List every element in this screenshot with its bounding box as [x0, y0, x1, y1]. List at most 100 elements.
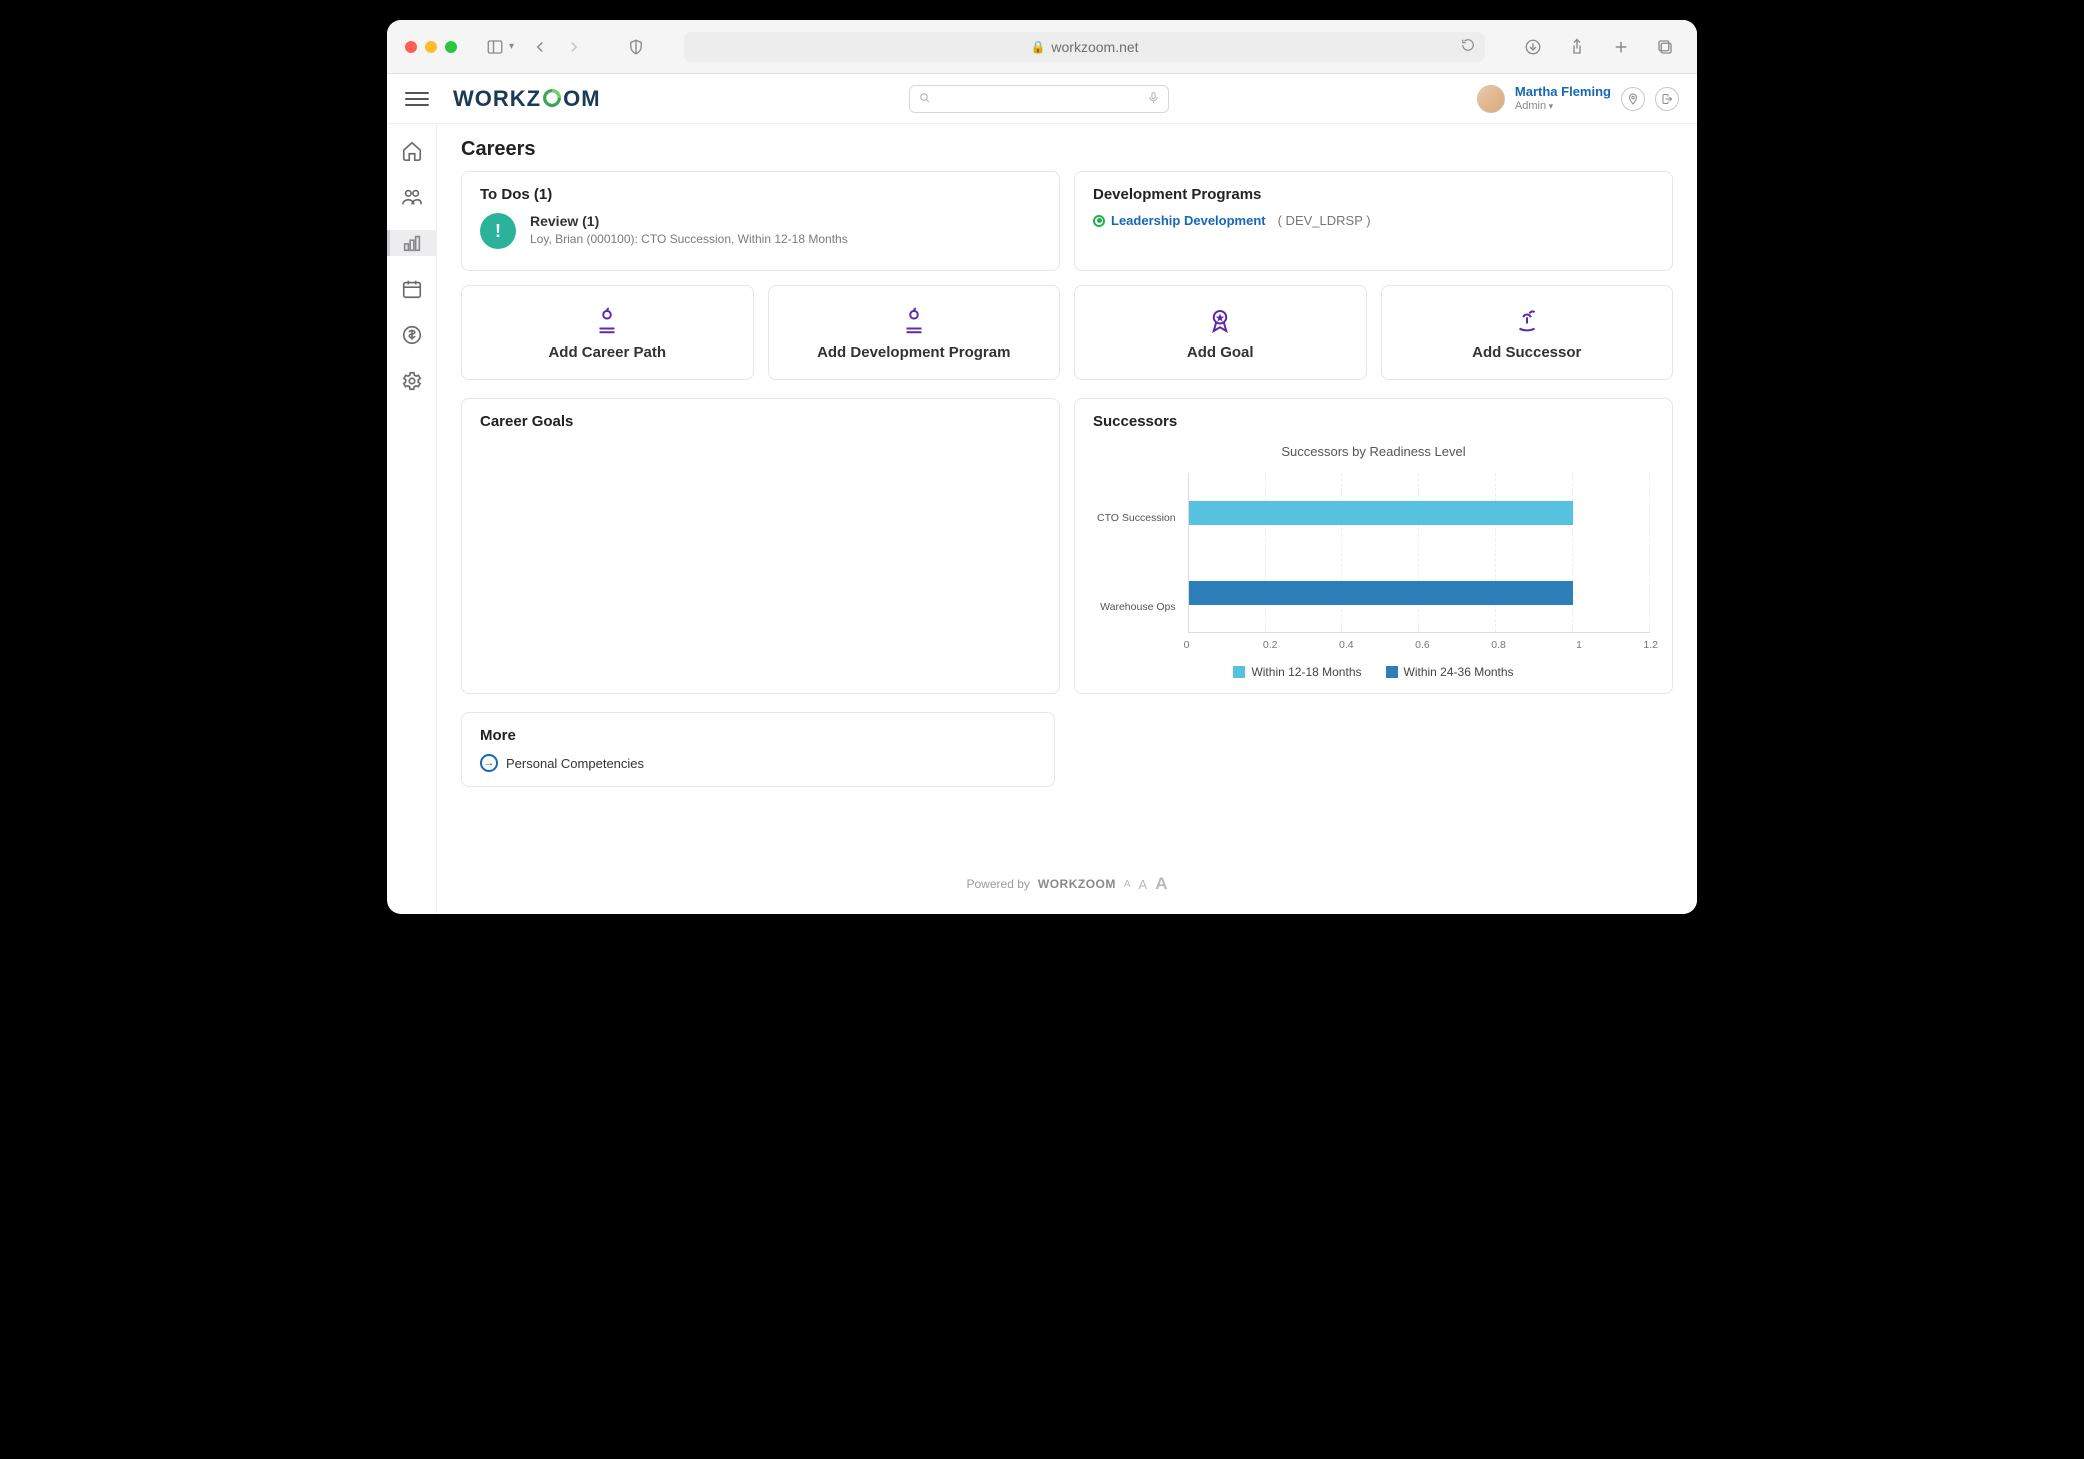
reload-icon[interactable] — [1461, 38, 1475, 55]
maximize-window-button[interactable] — [445, 41, 457, 53]
nav-forward-button[interactable] — [560, 33, 588, 61]
action-label: Add Development Program — [779, 344, 1050, 361]
mic-icon[interactable] — [1147, 91, 1160, 107]
menu-button[interactable] — [405, 92, 429, 106]
tabs-overview-icon[interactable] — [1651, 33, 1679, 61]
downloads-icon[interactable] — [1519, 33, 1547, 61]
settings-icon[interactable] — [399, 368, 425, 394]
logout-button[interactable] — [1655, 87, 1679, 111]
legend-swatch — [1233, 666, 1245, 678]
legend-label: Within 24-36 Months — [1404, 665, 1514, 679]
user-menu[interactable]: Martha Fleming Admin — [1477, 85, 1679, 113]
add-successor-button[interactable]: Add Successor — [1381, 285, 1674, 380]
chart-title: Successors by Readiness Level — [1093, 444, 1654, 459]
avatar — [1477, 85, 1505, 113]
chart-x-tick: 0.8 — [1430, 639, 1506, 651]
legend-item[interactable]: Within 24-36 Months — [1386, 665, 1514, 679]
sidebar-toggle-icon[interactable] — [481, 33, 509, 61]
people-icon[interactable] — [399, 184, 425, 210]
todo-title: Review (1) — [530, 213, 848, 229]
legend-swatch — [1386, 666, 1398, 678]
browser-toolbar: ▾ 🔒 workzoom.net — [387, 20, 1697, 74]
search-icon — [918, 91, 931, 107]
career-goals-card: Career Goals — [461, 398, 1060, 694]
chart-y-label: CTO Succession — [1097, 490, 1176, 546]
brand-prefix: WORKZ — [453, 86, 541, 112]
chevron-down-icon[interactable]: ▾ — [509, 41, 514, 52]
successors-card: Successors Successors by Readiness Level… — [1074, 398, 1673, 694]
page-title: Careers — [461, 138, 1673, 161]
chart-x-tick: 1 — [1506, 639, 1582, 651]
dev-program-code: ( DEV_LDRSP ) — [1278, 213, 1371, 228]
add-goal-button[interactable]: Add Goal — [1074, 285, 1367, 380]
action-label: Add Career Path — [472, 344, 743, 361]
chart-x-tick: 0.4 — [1278, 639, 1354, 651]
brand-suffix: OM — [563, 86, 600, 112]
chart-bar[interactable] — [1189, 581, 1574, 605]
chart-x-tick: 0 — [1184, 639, 1190, 651]
chart-x-tick: 0.6 — [1354, 639, 1430, 651]
legend-label: Within 12-18 Months — [1251, 665, 1361, 679]
career-path-icon — [472, 304, 743, 338]
quick-actions: Add Career Path Add Development Program … — [461, 285, 1673, 380]
action-label: Add Goal — [1085, 344, 1356, 361]
careers-icon[interactable] — [399, 230, 425, 256]
alert-icon: ! — [480, 213, 516, 249]
user-name: Martha Fleming — [1515, 85, 1611, 99]
share-icon[interactable] — [1563, 33, 1591, 61]
add-development-program-button[interactable]: Add Development Program — [768, 285, 1061, 380]
chart-y-label: Warehouse Ops — [1097, 579, 1176, 635]
nav-back-button[interactable] — [526, 33, 554, 61]
footer-prefix: Powered by — [967, 877, 1030, 891]
successors-chart: CTO Succession Warehouse Ops 0 0.20.40.60.8… — [1093, 473, 1654, 679]
goal-icon — [1085, 304, 1356, 338]
chart-x-tick: 1.2 — [1582, 639, 1658, 651]
url-bar[interactable]: 🔒 workzoom.net — [684, 32, 1485, 62]
more-heading: More — [480, 727, 1036, 744]
font-size-medium[interactable]: A — [1139, 877, 1148, 892]
footer-brand: WORKZOOM — [1038, 877, 1116, 891]
minimize-window-button[interactable] — [425, 41, 437, 53]
app-body: Careers To Dos (1) ! Review (1) Loy, Bri… — [387, 124, 1697, 914]
app-header: WORKZ OM Martha Fleming Admin — [387, 74, 1697, 124]
status-dot-icon — [1093, 215, 1105, 227]
more-card: More → Personal Competencies — [461, 712, 1055, 787]
calendar-icon[interactable] — [399, 276, 425, 302]
home-icon[interactable] — [399, 138, 425, 164]
development-icon — [779, 304, 1050, 338]
pay-icon[interactable] — [399, 322, 425, 348]
todo-item[interactable]: ! Review (1) Loy, Brian (000100): CTO Su… — [480, 213, 1041, 249]
more-link-text: Personal Competencies — [506, 756, 644, 771]
dev-programs-card: Development Programs Leadership Developm… — [1074, 171, 1673, 271]
url-text: workzoom.net — [1051, 39, 1138, 55]
user-role: Admin — [1515, 100, 1611, 112]
dev-program-name: Leadership Development — [1111, 213, 1266, 228]
traffic-lights — [405, 41, 457, 53]
content-area: Careers To Dos (1) ! Review (1) Loy, Bri… — [437, 124, 1697, 914]
brand-logo[interactable]: WORKZ OM — [453, 86, 601, 112]
browser-window: ▾ 🔒 workzoom.net — [387, 20, 1697, 914]
personal-competencies-link[interactable]: → Personal Competencies — [480, 754, 1036, 772]
dev-program-item[interactable]: Leadership Development ( DEV_LDRSP ) — [1093, 213, 1654, 228]
brand-accent — [541, 86, 563, 112]
font-size-small[interactable]: A — [1124, 879, 1131, 890]
dev-programs-heading: Development Programs — [1093, 186, 1654, 203]
privacy-shield-icon[interactable] — [622, 33, 650, 61]
close-window-button[interactable] — [405, 41, 417, 53]
new-tab-icon[interactable] — [1607, 33, 1635, 61]
search-input[interactable] — [909, 85, 1169, 113]
todos-heading: To Dos (1) — [480, 186, 1041, 203]
action-label: Add Successor — [1392, 344, 1663, 361]
successors-heading: Successors — [1093, 413, 1654, 430]
left-rail — [387, 124, 437, 914]
successor-icon — [1392, 304, 1663, 338]
todo-subtitle: Loy, Brian (000100): CTO Succession, Wit… — [530, 232, 848, 246]
location-button[interactable] — [1621, 87, 1645, 111]
font-size-large[interactable]: A — [1155, 874, 1167, 894]
add-career-path-button[interactable]: Add Career Path — [461, 285, 754, 380]
chart-x-tick: 0.2 — [1201, 639, 1277, 651]
arrow-right-icon: → — [480, 754, 498, 772]
chart-bar[interactable] — [1189, 501, 1574, 525]
todos-card: To Dos (1) ! Review (1) Loy, Brian (0001… — [461, 171, 1060, 271]
legend-item[interactable]: Within 12-18 Months — [1233, 665, 1361, 679]
